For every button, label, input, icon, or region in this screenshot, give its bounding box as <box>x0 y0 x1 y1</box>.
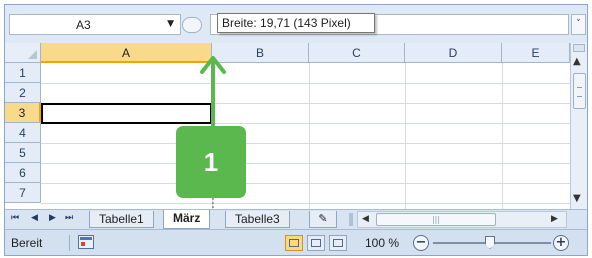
grid-line <box>41 183 570 184</box>
formula-bar: A3 ▼ ˅ Breite: 19,71 (143 Pixel) <box>5 5 587 39</box>
normal-view-button[interactable] <box>285 235 303 251</box>
tab-tabelle1[interactable]: Tabelle1 <box>89 211 154 228</box>
row-header-3[interactable]: 3 <box>5 103 41 123</box>
worksheet-grid[interactable]: A B C D E 1 2 3 4 5 6 7 <box>5 43 570 209</box>
grid-line <box>502 63 503 209</box>
active-cell-a3[interactable] <box>41 103 212 124</box>
status-separator <box>69 235 70 251</box>
zoom-out-button[interactable]: − <box>413 235 429 251</box>
zoom-level[interactable]: 100 % <box>365 236 399 250</box>
column-width-tooltip: Breite: 19,71 (143 Pixel) <box>217 13 375 33</box>
page-break-icon <box>333 239 343 247</box>
grid-line <box>41 163 570 164</box>
prev-sheet-icon[interactable]: ◀ <box>31 213 38 223</box>
grid-line <box>41 83 570 84</box>
tab-tabelle3[interactable]: Tabelle3 <box>225 211 290 228</box>
first-sheet-icon[interactable]: ⏮ <box>11 213 19 223</box>
status-bar: Bereit 100 % − + <box>5 229 587 255</box>
name-box[interactable]: A3 ▼ <box>9 14 181 35</box>
column-header-d[interactable]: D <box>405 43 502 63</box>
row-header-6[interactable]: 6 <box>5 163 41 183</box>
grid-line <box>41 203 570 204</box>
horizontal-scroll-thumb[interactable]: ||| <box>376 213 496 226</box>
insert-sheet-icon[interactable]: ✎ <box>309 211 337 228</box>
last-sheet-icon[interactable]: ⏭ <box>65 213 73 223</box>
grid-view-icon <box>289 239 299 247</box>
scroll-right-icon[interactable]: ▶ <box>551 214 558 224</box>
chevron-down-icon[interactable]: ▼ <box>167 19 174 29</box>
scroll-up-icon[interactable]: ▲ <box>573 56 581 67</box>
grid-line <box>405 63 406 209</box>
excel-window: A3 ▼ ˅ Breite: 19,71 (143 Pixel) A B C D… <box>4 4 588 256</box>
grid-line <box>309 63 310 209</box>
row-header-5[interactable]: 5 <box>5 143 41 163</box>
horizontal-scrollbar[interactable]: ◀ ||| ▶ <box>357 211 567 228</box>
step-number-badge: 1 <box>176 126 246 198</box>
name-box-value: A3 <box>76 18 91 32</box>
tab-split-handle[interactable] <box>349 213 353 226</box>
grid-line <box>41 143 570 144</box>
zoom-slider-thumb[interactable] <box>485 236 495 249</box>
split-handle[interactable] <box>573 44 585 52</box>
expand-formula-bar-button[interactable]: ˅ <box>571 14 586 35</box>
scroll-left-icon[interactable]: ◀ <box>362 214 369 224</box>
status-ready: Bereit <box>11 236 43 250</box>
column-header-a[interactable]: A <box>41 43 212 63</box>
vertical-scrollbar[interactable]: ▲ ▼ <box>570 43 587 209</box>
column-header-c[interactable]: C <box>309 43 405 63</box>
column-header-e[interactable]: E <box>502 43 570 63</box>
row-header-7[interactable]: 7 <box>5 183 41 203</box>
vertical-scroll-thumb[interactable] <box>573 73 586 109</box>
page-layout-view-button[interactable] <box>307 235 325 251</box>
formula-bar-handle-icon[interactable] <box>182 17 202 33</box>
row-header-2[interactable]: 2 <box>5 83 41 103</box>
scroll-down-icon[interactable]: ▼ <box>573 193 581 204</box>
macro-record-icon[interactable] <box>78 235 94 249</box>
page-break-view-button[interactable] <box>329 235 347 251</box>
page-layout-icon <box>311 239 321 247</box>
zoom-in-button[interactable]: + <box>553 235 569 251</box>
tab-maerz[interactable]: März <box>163 210 211 229</box>
select-all-button[interactable] <box>5 43 41 63</box>
row-header-4[interactable]: 4 <box>5 123 41 143</box>
sheet-tab-bar: ⏮ ◀ ▶ ⏭ Tabelle1 März Tabelle3 ✎ ◀ ||| ▶ <box>5 209 587 229</box>
next-sheet-icon[interactable]: ▶ <box>49 213 56 223</box>
row-header-1[interactable]: 1 <box>5 63 41 83</box>
